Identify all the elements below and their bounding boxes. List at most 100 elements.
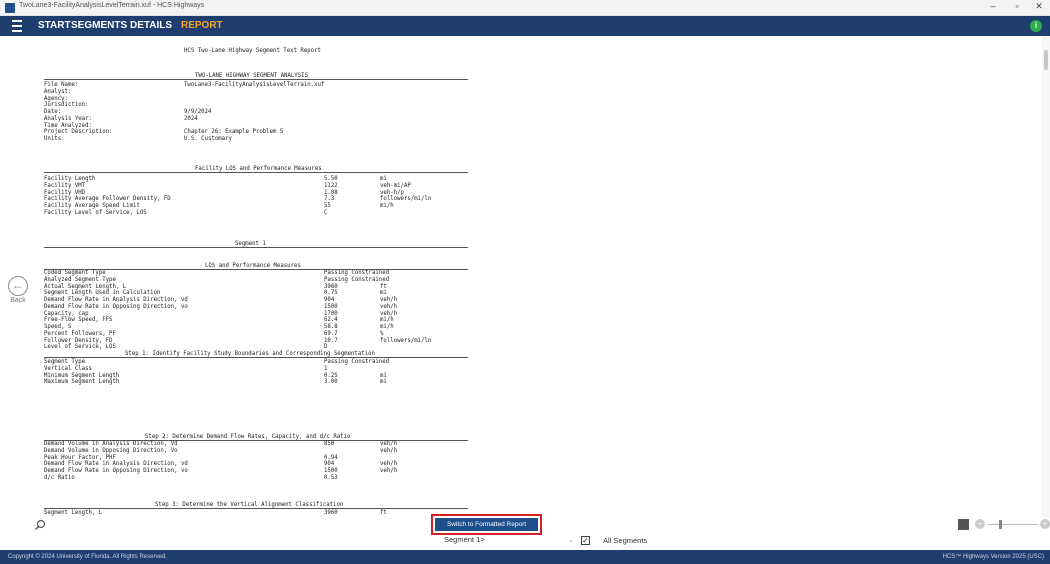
info-icon[interactable]: i [1030, 20, 1042, 32]
nav-bar: START SEGMENTS DETAILS REPORT i [0, 16, 1050, 36]
row-value: 3960 [324, 283, 338, 290]
row-value: Passing Constrained [324, 359, 390, 365]
row-label: Percent Followers, PF [44, 330, 116, 337]
hamburger-icon[interactable] [12, 20, 22, 32]
row-label: Coded Segment Type [44, 270, 106, 276]
row-unit: % [380, 330, 384, 337]
zoom-control[interactable]: − + [975, 519, 1050, 531]
row-label: Facility Average Speed Limit [44, 203, 140, 209]
app-icon [5, 3, 15, 13]
row-value: 58.8 [324, 324, 338, 330]
row-label: File Name: [44, 82, 79, 88]
copyright-text: Copyright © 2024 University of Florida. … [8, 554, 167, 560]
row-label: Date: [44, 109, 62, 115]
back-arrow-icon: ← [8, 276, 28, 296]
text-report: HCS Two-Lane Highway Segment Text Report… [34, 36, 1042, 518]
row-label: Facility Level of Service, LOS [44, 209, 147, 216]
row-value: 7.3 [324, 196, 335, 203]
row-value: 0.53 [324, 474, 338, 481]
row-label: Segment Type [44, 359, 86, 365]
row-label: d/c Ratio [44, 474, 75, 481]
row-unit: veh/h [380, 447, 398, 454]
row-label: Analyzed Segment Type [44, 276, 116, 283]
row-value: 55 [324, 203, 331, 209]
close-button[interactable]: ✕ [1029, 1, 1049, 12]
tab-details[interactable]: DETAILS [130, 20, 172, 31]
row-label: Segment Length, L [44, 510, 103, 516]
row-value: Passing Constrained [324, 270, 390, 276]
row-label: Free-Flow Speed, FFS [44, 317, 113, 324]
app-window: TwoLane3-FacilityAnalysisLevelTerrain.xu… [0, 0, 1050, 564]
row-label: Actual Segment Length, L [44, 283, 127, 290]
minimize-button[interactable]: – [983, 1, 1003, 11]
search-icon[interactable] [34, 519, 46, 531]
row-label: Agency: [44, 95, 68, 102]
row-label: Speed, S [44, 324, 72, 330]
row-label: Analyst: [44, 88, 72, 95]
row-value: 850 [324, 441, 335, 447]
row-label: Peak Hour Factor, PHF [44, 454, 116, 461]
all-segments-label: All Segments [603, 536, 648, 545]
row-value: 3.00 [324, 379, 338, 386]
row-unit: mi [380, 372, 387, 379]
row-unit: veh/h [380, 310, 398, 317]
row-label: Demand Flow Rate in Opposing Direction, … [44, 303, 188, 310]
row-unit: followers/mi/ln [380, 196, 432, 203]
row-value: 62.4 [324, 317, 338, 324]
row-value: C [324, 209, 328, 216]
row-value: 1700 [324, 310, 338, 317]
row-unit: mi/h [380, 203, 394, 209]
back-button[interactable]: ← Back [6, 276, 30, 304]
row-value: U.S. Customary [184, 136, 232, 142]
zoom-minus-icon[interactable]: − [975, 519, 985, 529]
segment-select[interactable]: Segment 1> ⌄ [444, 535, 574, 547]
row-value: 9/9/2024 [184, 109, 212, 115]
row-label: Demand Flow Rate in Opposing Direction, … [44, 468, 188, 474]
row-label: Demand Flow Rate in Analysis Direction, … [44, 461, 188, 468]
section-header-label: Step 3: Determine the Vertical Alignment… [154, 502, 345, 508]
zoom-plus-icon[interactable]: + [1040, 519, 1050, 529]
row-unit: mi/h [380, 324, 394, 330]
section-header-label: Step 1: Identify Facility Study Boundari… [124, 351, 376, 357]
section-header: Step 3: Determine the Vertical Alignment… [44, 501, 468, 509]
row-value: 0.25 [324, 372, 338, 379]
tab-segments[interactable]: SEGMENTS [71, 20, 127, 31]
section-header: TWO-LANE HIGHWAY SEGMENT ANALYSIS [44, 72, 468, 80]
report-title: HCS Two-Lane Highway Segment Text Report [184, 48, 321, 54]
row-unit: mi [380, 290, 387, 297]
row-label: Demand Flow Rate in Analysis Direction, … [44, 297, 188, 303]
row-unit: veh-h/p [380, 189, 404, 196]
row-label: Units: [44, 136, 65, 142]
row-unit: veh-mi/AP [380, 182, 411, 189]
row-unit: veh/h [380, 297, 398, 303]
row-label: Demand Volume in Opposing Direction, Vo [44, 447, 178, 454]
row-label: Follower Density, FD [44, 337, 113, 344]
row-unit: veh/h [380, 441, 398, 447]
scrollbar-thumb[interactable] [1044, 50, 1048, 70]
chevron-down-icon: ⌄ [567, 535, 574, 544]
row-value: 10.7 [324, 337, 338, 344]
maximize-button[interactable]: ▫ [1007, 1, 1027, 11]
row-unit: mi [380, 379, 387, 386]
row-value: 1122 [324, 182, 338, 189]
row-value: 5.50 [324, 176, 338, 182]
row-value: 1 [324, 365, 328, 372]
zoom-slider-handle[interactable] [999, 520, 1002, 529]
zoom-slider-track[interactable] [988, 524, 1038, 525]
footer-bar: Copyright © 2024 University of Florida. … [0, 550, 1050, 564]
segment-select-value: Segment 1> [444, 535, 485, 544]
section-header: Facility LOS and Performance Measures [44, 165, 468, 173]
row-label: Time Analyzed: [44, 122, 92, 129]
vertical-scrollbar[interactable] [1042, 36, 1050, 518]
row-value: Passing Constrained [324, 276, 390, 283]
row-label: Project Description: [44, 129, 113, 136]
section-header: Segment 1 [44, 240, 468, 248]
tab-report[interactable]: REPORT [181, 20, 223, 31]
tab-start[interactable]: START [38, 20, 71, 31]
row-value: 904 [324, 297, 335, 303]
back-label: Back [10, 297, 26, 304]
row-value: 904 [324, 461, 335, 468]
title-bar: TwoLane3-FacilityAnalysisLevelTerrain.xu… [0, 0, 1050, 16]
all-segments-checkbox[interactable]: ✓ [581, 536, 590, 545]
view-icon[interactable] [958, 519, 969, 530]
